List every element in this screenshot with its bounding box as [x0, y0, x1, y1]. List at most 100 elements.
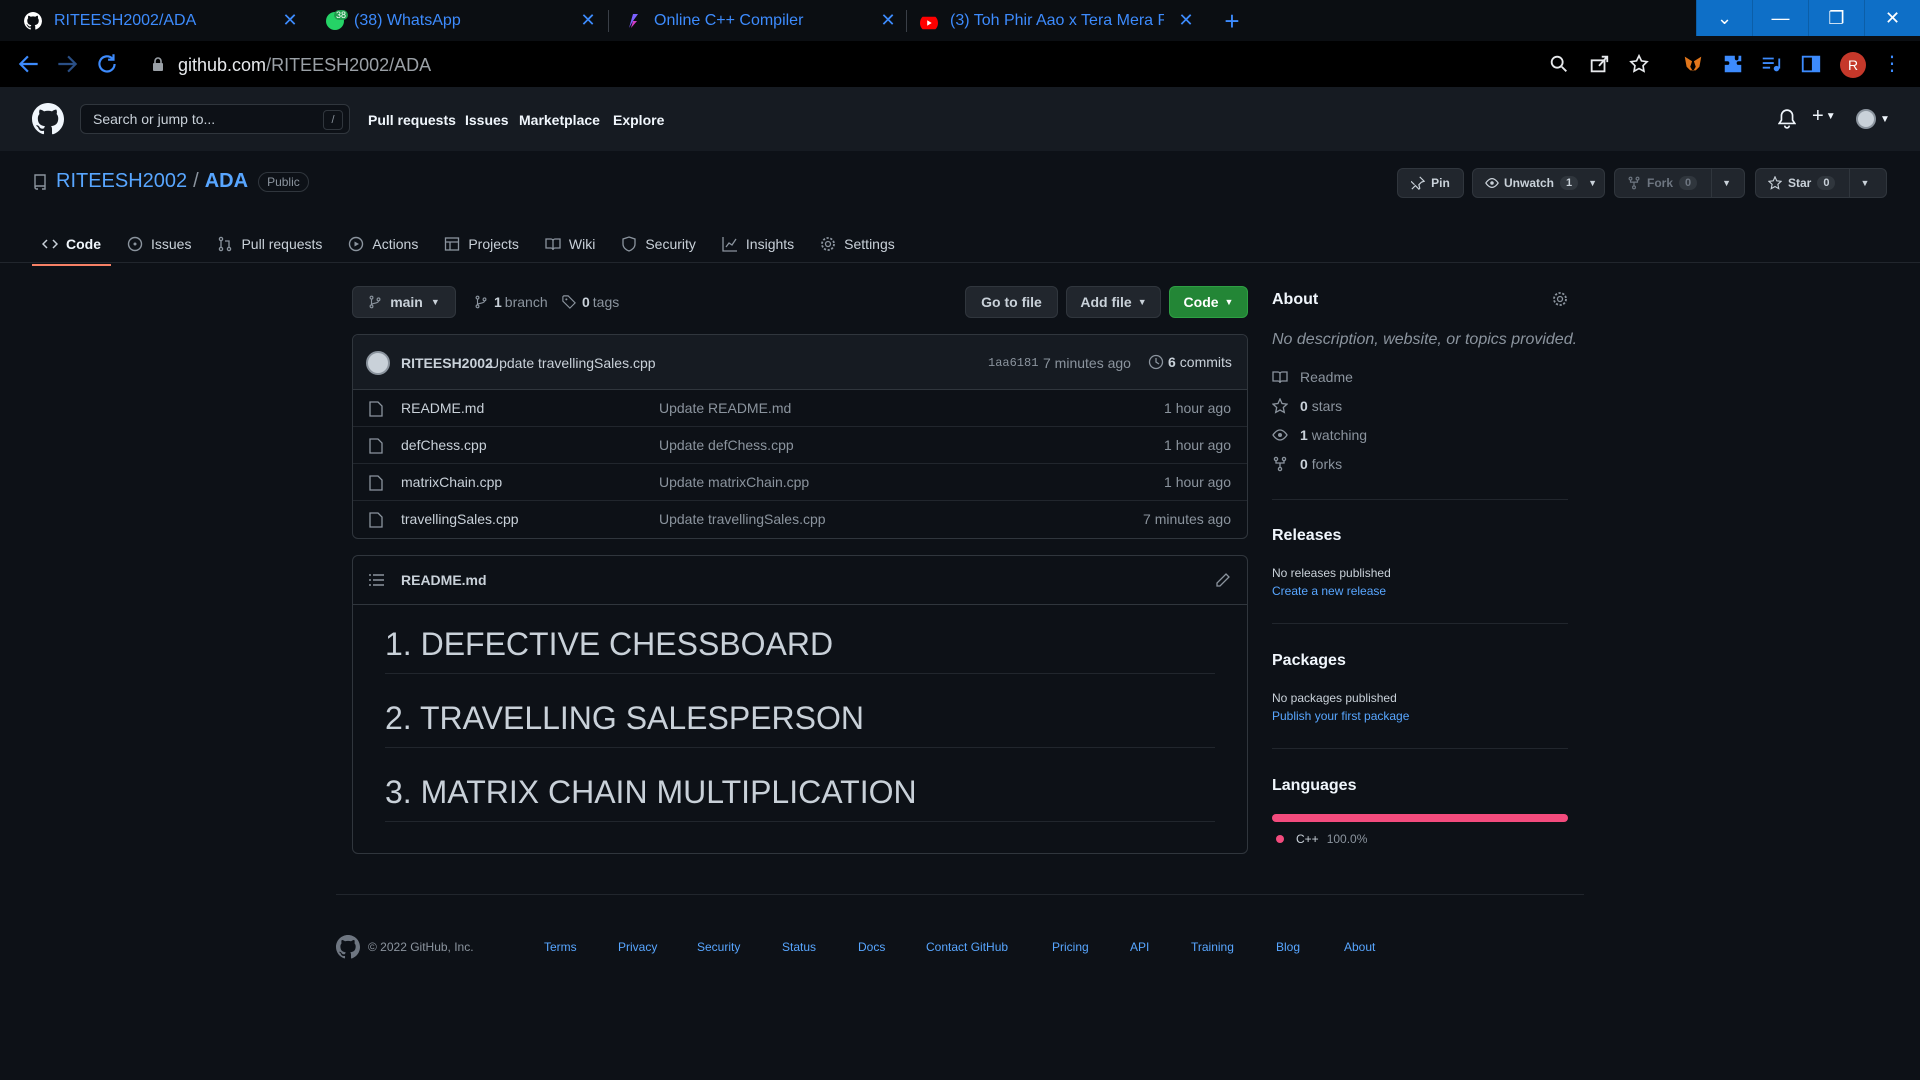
footer-link-about[interactable]: About — [1344, 940, 1375, 954]
forks-link[interactable]: 0 forks — [1272, 456, 1342, 472]
author-avatar[interactable] — [366, 351, 390, 375]
file-commit-message[interactable]: Update README.md — [659, 400, 791, 416]
tab-projects[interactable]: Projects — [434, 224, 529, 264]
file-row[interactable]: defChess.cpp Update defChess.cpp 1 hour … — [353, 427, 1247, 464]
branch-select-button[interactable]: main ▼ — [352, 286, 456, 318]
close-tab-icon[interactable]: ✕ — [878, 10, 898, 30]
footer-link-blog[interactable]: Blog — [1276, 940, 1300, 954]
footer-link-api[interactable]: API — [1130, 940, 1149, 954]
watching-link[interactable]: 1 watching — [1272, 427, 1367, 443]
footer-link-status[interactable]: Status — [782, 940, 816, 954]
browser-tab-github[interactable]: RITEESH2002/ADA ✕ — [0, 0, 310, 41]
profile-avatar[interactable]: R — [1840, 52, 1866, 78]
repo-owner-link[interactable]: RITEESH2002 — [56, 170, 187, 193]
create-release-link[interactable]: Create a new release — [1272, 584, 1386, 598]
tags-link[interactable]: 0 tags — [562, 294, 619, 310]
reload-icon[interactable] — [94, 51, 120, 77]
share-icon[interactable] — [1588, 53, 1610, 75]
file-row[interactable]: README.md Update README.md 1 hour ago — [353, 390, 1247, 427]
nav-issues[interactable]: Issues — [465, 112, 509, 128]
commits-history-link[interactable]: 6 commits — [1148, 354, 1232, 370]
list-unordered-icon[interactable] — [369, 573, 385, 587]
footer-link-contact[interactable]: Contact GitHub — [926, 940, 1008, 954]
go-to-file-button[interactable]: Go to file — [965, 286, 1058, 318]
github-logo-icon[interactable] — [32, 103, 64, 135]
tab-wiki[interactable]: Wiki — [535, 224, 605, 264]
browser-menu-icon[interactable]: ⋮ — [1882, 51, 1902, 77]
file-row[interactable]: travellingSales.cpp Update travellingSal… — [353, 501, 1247, 538]
file-commit-message[interactable]: Update travellingSales.cpp — [659, 511, 826, 527]
bookmark-star-icon[interactable] — [1628, 53, 1650, 75]
gear-icon[interactable] — [1552, 291, 1568, 307]
unwatch-button[interactable]: Unwatch 1 ▼ — [1472, 168, 1605, 198]
pin-button[interactable]: Pin — [1397, 168, 1464, 198]
extensions-icon[interactable] — [1722, 53, 1744, 75]
branches-link[interactable]: 1 branch — [474, 294, 548, 310]
file-row[interactable]: matrixChain.cpp Update matrixChain.cpp 1… — [353, 464, 1247, 501]
user-menu[interactable]: ▼ — [1856, 109, 1890, 129]
search-input[interactable]: Search or jump to... / — [80, 104, 350, 134]
side-panel-icon[interactable] — [1800, 53, 1822, 75]
close-tab-icon[interactable]: ✕ — [578, 10, 598, 30]
footer-link-security[interactable]: Security — [697, 940, 740, 954]
tab-pull-requests[interactable]: Pull requests — [207, 224, 332, 264]
readme-filename[interactable]: README.md — [401, 572, 487, 588]
tab-security[interactable]: Security — [611, 224, 706, 264]
footer-link-docs[interactable]: Docs — [858, 940, 885, 954]
tab-search-button[interactable]: ⌄ — [1696, 0, 1752, 36]
file-name[interactable]: README.md — [401, 400, 484, 416]
publish-package-link[interactable]: Publish your first package — [1272, 709, 1409, 723]
metamask-icon[interactable] — [1682, 53, 1704, 75]
media-queue-icon[interactable] — [1760, 53, 1782, 75]
commit-author[interactable]: RITEESH2002 — [401, 355, 493, 371]
notifications-bell-icon[interactable] — [1778, 109, 1796, 129]
create-new-menu[interactable]: + ▼ — [1812, 105, 1836, 128]
nav-marketplace[interactable]: Marketplace — [519, 112, 600, 128]
repo-name-link[interactable]: ADA — [205, 170, 248, 193]
minimize-button[interactable]: — — [1752, 0, 1808, 36]
footer-link-privacy[interactable]: Privacy — [618, 940, 657, 954]
file-name[interactable]: travellingSales.cpp — [401, 511, 519, 527]
zoom-icon[interactable] — [1548, 53, 1570, 75]
tab-settings[interactable]: Settings — [810, 224, 905, 264]
footer-link-training[interactable]: Training — [1191, 940, 1234, 954]
file-commit-message[interactable]: Update defChess.cpp — [659, 437, 794, 453]
chevron-down-icon[interactable]: ▼ — [1711, 169, 1741, 197]
restore-button[interactable]: ❐ — [1808, 0, 1864, 36]
commit-message[interactable]: Update travellingSales.cpp — [489, 355, 656, 371]
browser-tab-compiler[interactable]: Online C++ Compiler ✕ — [600, 0, 902, 41]
readme-link[interactable]: Readme — [1272, 369, 1353, 385]
footer-link-terms[interactable]: Terms — [544, 940, 577, 954]
github-logo-icon[interactable] — [336, 935, 360, 959]
forward-icon[interactable] — [54, 51, 80, 77]
close-tab-icon[interactable]: ✕ — [1176, 10, 1196, 30]
releases-heading[interactable]: Releases — [1272, 527, 1341, 545]
new-tab-button[interactable]: + — [1220, 8, 1244, 34]
close-tab-icon[interactable]: ✕ — [280, 10, 300, 30]
tab-insights[interactable]: Insights — [712, 224, 804, 264]
browser-tab-whatsapp[interactable]: 38 (38) WhatsApp ✕ — [302, 0, 604, 41]
commit-sha[interactable]: 1aa6181 — [988, 356, 1038, 370]
address-bar[interactable]: github.com/RITEESH2002/ADA — [138, 46, 1678, 82]
nav-explore[interactable]: Explore — [613, 112, 664, 128]
tab-actions[interactable]: Actions — [338, 224, 428, 264]
add-file-button[interactable]: Add file ▼ — [1066, 286, 1161, 318]
language-cpp[interactable]: C++ 100.0% — [1272, 832, 1367, 846]
fork-button[interactable]: Fork 0 ▼ — [1614, 168, 1745, 198]
browser-tab-youtube[interactable]: (3) Toh Phir Aao x Tera Mera Rish ✕ — [896, 0, 1206, 41]
packages-heading[interactable]: Packages — [1272, 652, 1346, 670]
stars-link[interactable]: 0 stars — [1272, 398, 1342, 414]
chevron-down-icon[interactable]: ▼ — [1849, 169, 1879, 197]
file-name[interactable]: matrixChain.cpp — [401, 474, 502, 490]
pencil-icon[interactable] — [1215, 572, 1231, 588]
file-commit-message[interactable]: Update matrixChain.cpp — [659, 474, 809, 490]
tab-code[interactable]: Code — [32, 224, 111, 266]
code-button[interactable]: Code ▼ — [1169, 286, 1248, 318]
file-name[interactable]: defChess.cpp — [401, 437, 487, 453]
star-button[interactable]: Star 0 ▼ — [1755, 168, 1887, 198]
lock-icon[interactable] — [152, 57, 164, 71]
back-icon[interactable] — [16, 51, 42, 77]
close-window-button[interactable]: ✕ — [1864, 0, 1920, 36]
nav-pull-requests[interactable]: Pull requests — [368, 112, 456, 128]
tab-issues[interactable]: Issues — [117, 224, 201, 264]
